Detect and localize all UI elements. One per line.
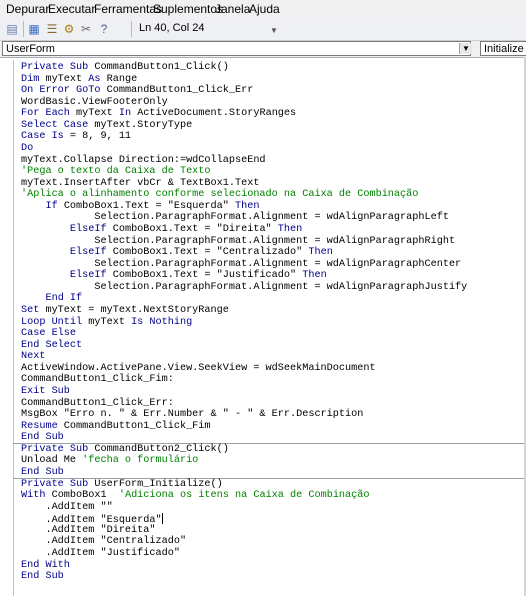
object-browser-icon[interactable]: ⚙ xyxy=(61,21,77,37)
text-caret xyxy=(161,513,163,525)
code-line[interactable]: .AddItem "" xyxy=(21,502,112,514)
code-line[interactable]: Loop Until myText Is Nothing xyxy=(21,317,192,329)
toolbar-separator xyxy=(131,21,132,37)
code-line[interactable]: Exit Sub xyxy=(21,386,70,398)
code-line[interactable]: Case Is = 8, 9, 11 xyxy=(21,131,131,143)
code-line[interactable]: Selection.ParagraphFormat.Alignment = wd… xyxy=(21,282,467,294)
object-selector-value: UserForm xyxy=(6,43,55,55)
code-line[interactable]: Do xyxy=(21,143,33,155)
code-line[interactable]: CommandButton1_Click_Err: xyxy=(21,398,174,410)
code-line[interactable]: Case Else xyxy=(21,328,76,340)
code-line[interactable]: Next xyxy=(21,351,45,363)
code-line[interactable]: End With xyxy=(21,560,70,572)
code-line[interactable]: Private Sub UserForm_Initialize() xyxy=(21,479,223,491)
code-line[interactable]: Selection.ParagraphFormat.Alignment = wd… xyxy=(21,212,449,224)
code-line[interactable]: ElseIf ComboBox1.Text = "Centralizado" T… xyxy=(21,247,333,259)
code-line[interactable]: Set myText = myText.NextStoryRange xyxy=(21,305,229,317)
toolbox-icon[interactable]: ✂ xyxy=(78,21,94,37)
menu-executar[interactable]: Executar xyxy=(48,2,95,16)
code-line[interactable]: 'Pega o texto da Caixa de Texto xyxy=(21,166,211,178)
help-icon[interactable]: ? xyxy=(96,21,112,37)
code-line[interactable]: .AddItem "Centralizado" xyxy=(21,536,186,548)
code-line[interactable]: End Sub xyxy=(21,571,64,583)
code-line[interactable]: MsgBox "Erro n. " & Err.Number & " - " &… xyxy=(21,409,363,421)
code-line[interactable]: Selection.ParagraphFormat.Alignment = wd… xyxy=(21,259,461,271)
code-line[interactable]: .AddItem "Esquerda" xyxy=(21,513,163,526)
code-line[interactable]: Dim myText As Range xyxy=(21,74,137,86)
code-line[interactable]: On Error GoTo CommandButton1_Click_Err xyxy=(21,85,253,97)
toolbar-separator xyxy=(23,21,24,37)
code-line[interactable]: Resume CommandButton1_Click_Fim xyxy=(21,421,211,433)
chevron-down-icon[interactable]: ▼ xyxy=(459,43,472,54)
code-line[interactable]: Selection.ParagraphFormat.Alignment = wd… xyxy=(21,236,455,248)
toolbar: ▤ ▦ ☰ ⚙ ✂ ? xyxy=(0,18,526,41)
code-line[interactable]: Select Case myText.StoryType xyxy=(21,120,192,132)
code-line[interactable]: .AddItem "Justificado" xyxy=(21,548,180,560)
code-line[interactable]: Unload Me 'fecha o formulário xyxy=(21,455,198,467)
cursor-position: Ln 40, Col 24 xyxy=(139,22,205,34)
code-line[interactable]: With ComboBox1 'Adiciona os itens na Cai… xyxy=(21,490,370,502)
procedure-selector[interactable]: Initialize xyxy=(480,41,526,56)
code-line[interactable]: Private Sub CommandButton1_Click() xyxy=(21,62,229,74)
menu-ajuda[interactable]: Ajuda xyxy=(249,2,280,16)
code-line[interactable]: 'Aplica o alinhamento conforme seleciona… xyxy=(21,189,418,201)
code-line[interactable]: .AddItem "Direita" xyxy=(21,525,155,537)
code-line[interactable]: If ComboBox1.Text = "Esquerda" Then xyxy=(21,201,259,213)
design-mode-icon[interactable]: ▤ xyxy=(4,21,20,37)
code-line[interactable]: ElseIf ComboBox1.Text = "Direita" Then xyxy=(21,224,302,236)
code-line[interactable]: myText.Collapse Direction:=wdCollapseEnd xyxy=(21,155,266,167)
code-line[interactable]: For Each myText In ActiveDocument.StoryR… xyxy=(21,108,296,120)
menu-janela[interactable]: Janela xyxy=(215,2,250,16)
code-line[interactable]: ElseIf ComboBox1.Text = "Justificado" Th… xyxy=(21,270,327,282)
toolbar-overflow-icon[interactable]: ▼ xyxy=(270,26,278,35)
object-selector[interactable]: UserForm ▼ xyxy=(2,41,472,56)
menu-suplementos[interactable]: Suplementos xyxy=(153,2,223,16)
menu-depurar[interactable]: Depurar xyxy=(6,2,49,16)
project-explorer-icon[interactable]: ▦ xyxy=(26,21,42,37)
properties-icon[interactable]: ☰ xyxy=(44,21,60,37)
code-line[interactable]: Private Sub CommandButton2_Click() xyxy=(21,444,229,456)
menu-ferramentas[interactable]: Ferramentas xyxy=(94,2,162,16)
selectors-bar: UserForm ▼ Initialize xyxy=(0,41,526,57)
code-line[interactable]: End If xyxy=(21,293,82,305)
procedure-selector-value: Initialize xyxy=(484,43,524,55)
menu-bar: Depurar Executar Ferramentas Suplementos… xyxy=(0,0,526,18)
code-line[interactable]: WordBasic.ViewFooterOnly xyxy=(21,97,168,109)
code-line[interactable]: End Select xyxy=(21,340,82,352)
code-line[interactable]: CommandButton1_Click_Fim: xyxy=(21,374,174,386)
code-line[interactable]: myText.InsertAfter vbCr & TextBox1.Text xyxy=(21,178,259,190)
code-line[interactable]: ActiveWindow.ActivePane.View.SeekView = … xyxy=(21,363,376,375)
